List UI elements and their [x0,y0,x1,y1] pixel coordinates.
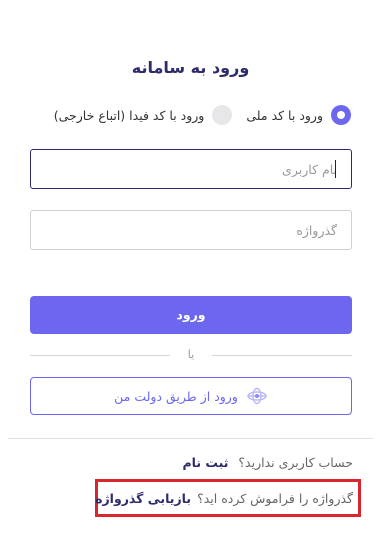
radio-checked-icon[interactable] [331,105,351,125]
radio-fida-code-label: ورود با کد فیدا (اتباع خارجی) [53,107,205,123]
radio-unchecked-icon[interactable] [212,105,233,125]
password-input[interactable] [30,210,352,250]
username-input[interactable] [30,149,352,189]
radio-national-code-label: ورود با کد ملی [246,107,323,123]
page-title: ورود به سامانه [131,58,250,77]
login-method-radio-group: ورود با کد ملی ورود با کد فیدا (اتباع خا… [30,103,351,127]
login-button[interactable]: ورود [30,296,352,334]
dolat-man-login-button[interactable]: ورود از طریق دولت من [30,377,352,415]
forgot-password-text: گذرواژه را فراموش کرده اید؟ [197,490,353,506]
forgot-password-row-highlight: گذرواژه را فراموش کرده اید؟ بازیابی گذرو… [95,479,361,517]
or-divider: یا [30,348,352,362]
dolat-man-logo-icon [247,387,267,405]
radio-fida-code[interactable]: ورود با کد فیدا (اتباع خارجی) [54,105,233,125]
footer-separator [8,438,373,439]
signup-link[interactable]: ثبت نام [182,455,228,470]
divider-line-right [212,355,352,356]
dolat-man-login-label: ورود از طریق دولت من [114,388,238,404]
no-account-text: حساب کاربری ندارید؟ [238,455,353,470]
login-page: ورود به سامانه ورود با کد ملی ورود با کد… [0,0,381,544]
radio-national-code[interactable]: ورود با کد ملی [246,105,351,125]
signup-row: حساب کاربری ندارید؟ ثبت نام [182,455,353,470]
text-caret [335,160,336,178]
recover-password-link[interactable]: بازیابی گذرواژه [95,491,191,506]
